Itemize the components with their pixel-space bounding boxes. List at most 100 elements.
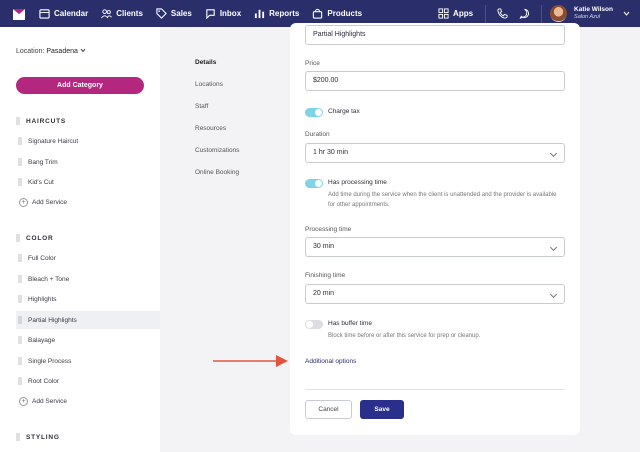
tab-details[interactable]: Details [195, 59, 216, 66]
list-item-active[interactable]: Partial Highlights [16, 311, 160, 329]
nav-inbox[interactable]: Inbox [205, 8, 241, 19]
service-name-field[interactable]: Partial Highlights [305, 25, 565, 45]
tab-customizations[interactable]: Customizations [195, 147, 239, 154]
drag-handle-icon[interactable] [16, 433, 20, 441]
calendar-icon [39, 9, 50, 19]
tab-online-booking[interactable]: Online Booking [195, 169, 239, 176]
list-item[interactable]: Bleach + Tone [16, 270, 160, 288]
processing-time-toggle-label: Has processing time [328, 179, 387, 186]
tab-resources[interactable]: Resources [195, 125, 226, 132]
category-color[interactable]: COLOR [16, 234, 53, 242]
nav-divider [485, 4, 487, 23]
add-service-color[interactable]: + Add Service [19, 397, 67, 406]
list-item[interactable]: Signature Haircut [16, 132, 160, 150]
service-label: Signature Haircut [28, 137, 79, 145]
list-item[interactable]: Root Color [16, 372, 160, 390]
category-haircuts[interactable]: HAIRCUTS [16, 117, 66, 125]
chevron-down-icon [549, 243, 558, 252]
service-label: Bang Trim [28, 158, 58, 166]
location-selector[interactable]: Location: Pasadena [16, 48, 86, 55]
nav-products[interactable]: Products [312, 8, 362, 19]
duration-label: Duration [305, 131, 330, 138]
add-service-label: Add Service [32, 398, 68, 405]
logo-icon[interactable] [12, 7, 26, 21]
service-label: Full Color [28, 254, 56, 262]
tag-icon [156, 8, 167, 19]
list-item[interactable]: Bang Trim [16, 153, 160, 171]
nav-clients[interactable]: Clients [101, 8, 143, 19]
drag-handle-icon[interactable] [16, 117, 20, 125]
drag-handle-icon[interactable] [18, 295, 22, 303]
nav-products-label: Products [327, 9, 363, 18]
save-button[interactable]: Save [360, 400, 404, 419]
service-label: Partial Highlights [28, 316, 77, 324]
chat-icon [206, 9, 215, 19]
tab-locations[interactable]: Locations [195, 81, 223, 88]
category-title: COLOR [26, 234, 54, 242]
nav-clients-label: Clients [116, 9, 143, 18]
category-styling[interactable]: STYLING [16, 433, 60, 441]
bar-chart-icon [255, 9, 265, 19]
drag-handle-icon[interactable] [18, 377, 22, 385]
user-menu[interactable]: Katie Wilson Salon Azul [550, 5, 630, 22]
drag-handle-icon[interactable] [18, 178, 22, 186]
apps-button[interactable]: Apps [438, 8, 473, 19]
drag-handle-icon[interactable] [16, 234, 20, 242]
bag-icon [313, 8, 323, 19]
processing-time-select[interactable]: 30 min [305, 237, 565, 257]
toggle-knob [315, 180, 322, 187]
buffer-help-text: Block time before or after this service … [328, 333, 481, 339]
duration-select[interactable]: 1 hr 30 min [305, 143, 565, 163]
buffer-time-toggle[interactable] [305, 320, 323, 329]
additional-options-link[interactable]: Additional options [305, 358, 356, 365]
location-label: Location: [16, 48, 45, 55]
message-icon[interactable] [519, 8, 530, 19]
processing-time-toggle[interactable] [305, 179, 323, 188]
buffer-time-toggle-label: Has buffer time [328, 320, 372, 327]
add-category-button[interactable]: Add Category [16, 77, 144, 94]
category-title: STYLING [26, 433, 60, 441]
charge-tax-label: Charge tax [328, 108, 360, 115]
add-service-haircuts[interactable]: + Add Service [19, 198, 67, 207]
toggle-knob [306, 321, 313, 328]
finishing-time-select[interactable]: 20 min [305, 284, 565, 304]
price-field[interactable]: $200.00 [305, 71, 565, 91]
tab-staff[interactable]: Staff [195, 103, 208, 110]
chevron-down-icon [549, 149, 558, 158]
avatar [550, 5, 568, 22]
drag-handle-icon[interactable] [18, 254, 22, 262]
nav-calendar[interactable]: Calendar [39, 8, 88, 19]
nav-reports-label: Reports [269, 9, 300, 18]
chevron-down-icon [80, 48, 86, 53]
drag-handle-icon[interactable] [18, 158, 22, 166]
duration-value: 1 hr 30 min [313, 149, 349, 156]
finishing-time-value: 20 min [313, 290, 335, 297]
service-label: Root Color [28, 377, 60, 385]
nav-reports[interactable]: Reports [254, 8, 299, 19]
location-value: Pasadena [46, 48, 78, 55]
divider [305, 389, 565, 390]
list-item[interactable]: Kid's Cut [16, 173, 160, 191]
drag-handle-icon[interactable] [18, 275, 22, 283]
list-item[interactable]: Full Color [16, 249, 160, 267]
list-item[interactable]: Single Process [16, 352, 160, 370]
processing-help-text: Add time during the service when the cli… [328, 192, 557, 208]
phone-icon[interactable] [497, 8, 508, 19]
nav-sales[interactable]: Sales [156, 8, 192, 19]
drag-handle-icon[interactable] [18, 357, 22, 365]
user-name: Katie Wilson [574, 6, 613, 13]
list-item[interactable]: Highlights [16, 290, 160, 308]
user-business: Salon Azul [574, 14, 601, 20]
chevron-down-icon [549, 290, 558, 299]
nav-inbox-label: Inbox [219, 9, 242, 18]
plus-icon: + [19, 198, 28, 207]
list-item[interactable]: Balayage [16, 331, 160, 349]
drag-handle-icon[interactable] [18, 336, 22, 344]
drag-handle-icon[interactable] [18, 316, 22, 324]
nav-sales-label: Sales [170, 9, 192, 18]
drag-handle-icon[interactable] [18, 137, 22, 145]
apps-label: Apps [453, 9, 474, 18]
cancel-button[interactable]: Cancel [305, 400, 352, 419]
charge-tax-toggle[interactable] [305, 108, 323, 117]
finishing-time-label: Finishing time [305, 272, 346, 279]
